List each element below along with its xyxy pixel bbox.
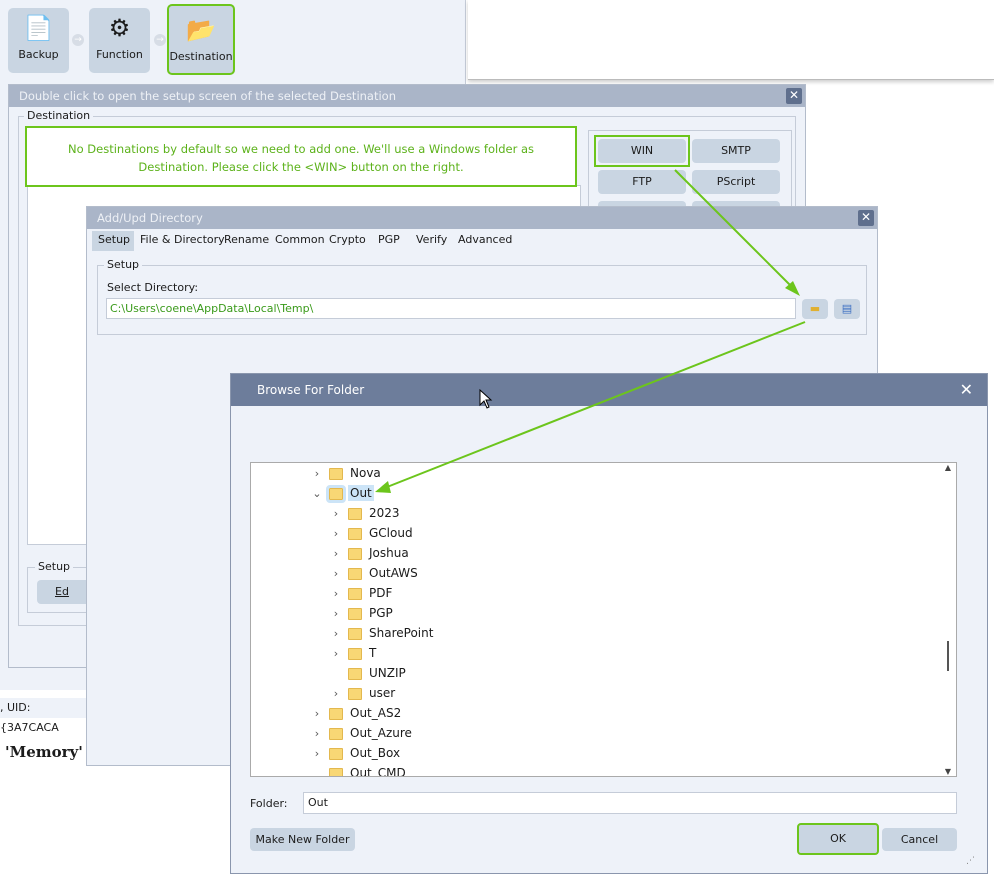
mouse-cursor-icon bbox=[479, 388, 493, 409]
arrow-browse-to-out bbox=[381, 321, 806, 490]
annotation-arrows bbox=[375, 169, 806, 493]
arrow-win-to-browse bbox=[674, 169, 796, 291]
arrowhead bbox=[375, 481, 391, 493]
